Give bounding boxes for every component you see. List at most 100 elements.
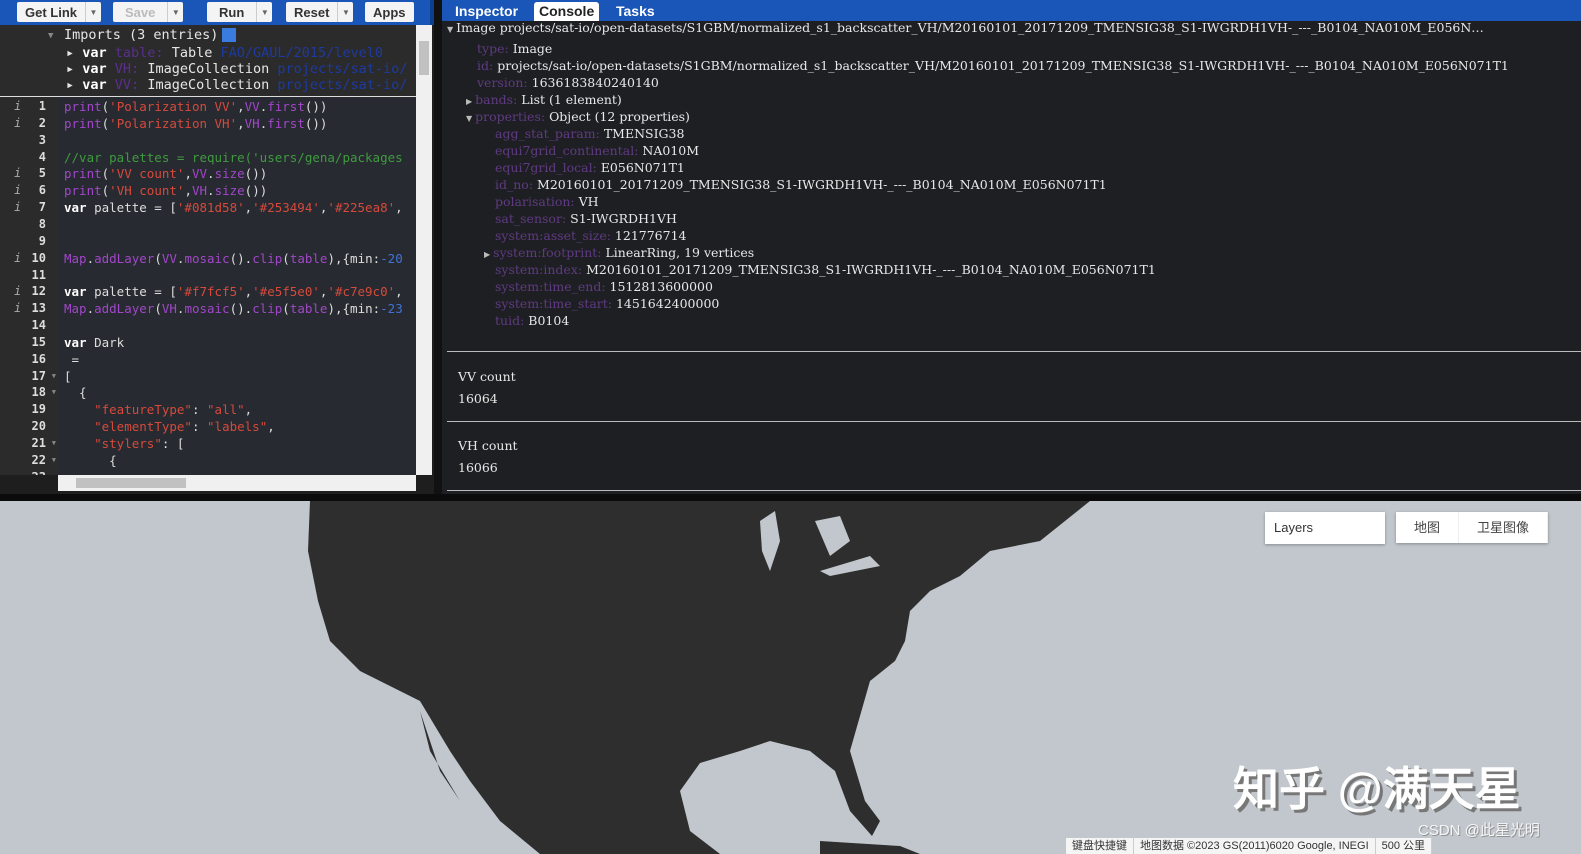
code-token: '#253494' [252,200,320,216]
info-icon[interactable]: i [14,199,21,216]
code-token: Map [64,301,87,317]
vv-count-label: VV count [458,369,516,384]
line-number-text: 10 [31,250,46,265]
code-token: "stylers" [94,436,162,451]
property-row[interactable]: ▶ system:footprint: LinearRing, 19 vertic… [484,244,754,261]
code-line[interactable]: var palette = ['#081d58','#253494','#225… [64,199,403,216]
fold-icon[interactable]: ▼ [52,435,56,452]
code-token: -23 [380,301,403,317]
map-type-satellite-button[interactable]: 卫星图像 [1459,512,1549,543]
expand-icon[interactable]: ▶ [484,250,490,259]
line-number-text: 11 [31,267,46,282]
code-token: '#e5f5e0' [252,284,320,300]
get-link-button[interactable]: Get Link ▼ [17,2,102,22]
horizontal-scrollbar[interactable] [58,475,416,491]
line-number: 11 [0,267,58,284]
map-type-map-button[interactable]: 地图 [1396,512,1460,543]
chevron-down-icon[interactable]: ▼ [256,2,272,22]
reset-button[interactable]: Reset ▼ [286,2,354,22]
import-vv[interactable]: ▸ var VV: ImageCollection projects/sat-i… [66,77,407,93]
panel-resize-handle[interactable] [0,494,1581,501]
code-line[interactable]: "featureType": "all", [64,401,252,418]
image-header[interactable]: ▼ Image projects/sat-io/open-datasets/S1G… [447,19,1484,36]
scale-bar[interactable]: 500 公里 [1376,838,1433,854]
info-icon[interactable]: i [14,283,21,300]
chevron-down-icon[interactable]: ▼ [85,2,101,22]
code-line[interactable]: print('Polarization VV',VV.first()) [64,98,327,115]
info-icon[interactable]: i [14,165,21,182]
code-line[interactable]: { [64,384,87,401]
code-line[interactable]: Map.addLayer(VH.mosaic().clip(table),{mi… [64,300,403,317]
expand-icon[interactable]: ▶ [466,97,472,106]
field-value: projects/sat-io/open-datasets/S1GBM/norm… [497,58,1509,73]
info-icon[interactable]: i [14,300,21,317]
scroll-thumb[interactable] [419,41,429,75]
fold-icon[interactable]: ▼ [52,368,56,385]
vv-count-value: 16064 [458,391,498,406]
expand-icon[interactable]: ▼ [447,25,453,34]
code-line[interactable]: "elementType": "labels", [64,418,275,435]
apps-button[interactable]: Apps [365,2,414,22]
line-number: i1 [0,98,58,115]
code-line[interactable]: //var palettes = require('users/gena/pac… [64,149,403,166]
property-key: system:index: [495,262,583,277]
import-vh[interactable]: ▸ var VH: ImageCollection projects/sat-i… [66,61,407,77]
document-icon[interactable] [222,28,237,42]
chevron-down-icon[interactable]: ▼ [337,2,353,22]
imports-header[interactable]: Imports (3 entries) [64,27,237,43]
line-number: 19 [0,401,58,418]
line-number-text: 17 [31,368,46,383]
fold-icon[interactable]: ▼ [52,384,56,401]
line-number-text: 13 [31,301,46,316]
code-token: ),{min: [327,301,381,317]
vh-count-label: VH count [458,438,518,453]
property-row: polarisation: VH [495,193,599,210]
code-area[interactable]: i 1 i 2 3 4 i 5 i 6 i 7 8 9 i 10 11 i 12 i 13 14 15 16 17 ▼ 18 ▼ 19 2… [0,97,416,475]
save-button[interactable]: Save ▼ [113,2,184,22]
code-line[interactable]: { [64,452,117,469]
code-token: first [267,99,305,114]
console-field[interactable]: ▶ bands: List (1 element) [466,91,622,108]
code-token: "all" [207,402,245,418]
fold-icon[interactable]: ▼ [52,452,56,469]
code-token: VV [191,166,208,182]
code-line[interactable]: print('VH count',VH.size()) [64,182,267,199]
keyboard-shortcuts-link[interactable]: 键盘快捷键 [1066,838,1134,854]
code-token: palette = [ [86,284,177,300]
property-key: system:footprint: [493,245,602,260]
info-icon[interactable]: i [14,98,21,115]
code-line[interactable]: var Dark [64,334,124,351]
vertical-scrollbar[interactable] [416,25,432,475]
info-icon[interactable]: i [14,250,21,267]
import-table[interactable]: ▸ var table: Table FAO/GAUL/2015/level0 [66,45,383,61]
code-line[interactable]: [ [64,368,72,385]
code-token: clip [252,301,283,317]
code-token: ( [154,250,162,266]
code-line[interactable]: print('Polarization VH',VH.first()) [64,115,327,132]
line-number-text: 23 [32,469,46,475]
code-line[interactable]: "stylers": [ [64,435,184,452]
code-token: table [289,301,328,317]
console-field[interactable]: ▼ properties: Object (12 properties) [466,108,690,125]
code-line[interactable]: print('VV count',VV.size()) [64,165,267,182]
line-number: i5 [0,165,58,182]
code-line[interactable]: var palette = ['#f7fcf5','#e5f5e0','#c7e… [64,283,403,300]
line-number: 21 ▼ [0,435,58,452]
layers-button[interactable]: Layers [1265,512,1385,544]
info-icon[interactable]: i [14,115,21,132]
code-token: '#225ea8' [327,200,396,216]
map-canvas[interactable]: Layers 地图 卫星图像 知乎 @满天星 CSDN @此星光明 键盘快捷键 … [0,501,1581,854]
property-key: agg_stat_param: [495,126,600,141]
scroll-thumb[interactable] [76,478,186,488]
code-line[interactable]: = [64,351,80,368]
collapse-icon[interactable]: ▼ [48,31,53,41]
chevron-down-icon[interactable]: ▼ [167,2,183,22]
run-button[interactable]: Run ▼ [207,2,273,22]
collapse-icon[interactable]: ▼ [466,114,472,123]
code-line[interactable]: Map.addLayer(VV.mosaic().clip(table),{mi… [64,250,403,267]
code-token: ()) [304,115,328,131]
info-icon[interactable]: i [14,182,21,199]
line-number: i6 [0,182,58,199]
line-number-text: 6 [38,183,46,198]
code-token: 'Polarization VH' [109,115,238,131]
